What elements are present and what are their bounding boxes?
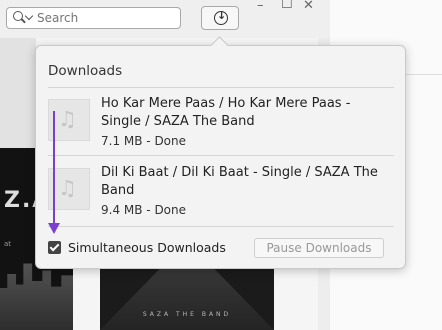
download-item-title: Dil Ki Baat / Dil Ki Baat - Single / SAZ…	[101, 165, 378, 198]
music-note-icon: ♫	[58, 176, 77, 200]
search-icon	[13, 11, 23, 21]
annotation-arrow	[53, 111, 55, 225]
download-icon	[214, 9, 228, 25]
download-item-status: 9.4 MB - Done	[101, 203, 187, 217]
skyline-art	[0, 263, 73, 330]
maximize-button[interactable]: ☐	[281, 0, 293, 12]
chevron-down-icon[interactable]	[24, 11, 34, 21]
divider	[48, 87, 394, 88]
pause-downloads-button[interactable]: Pause Downloads	[254, 238, 384, 258]
download-item[interactable]: ♫ Ho Kar Mere Paas / Ho Kar Mere Paas - …	[48, 89, 394, 164]
close-button[interactable]: ✕	[303, 0, 314, 13]
simultaneous-downloads-label[interactable]: Simultaneous Downloads	[68, 240, 226, 255]
annotation-arrowhead	[48, 223, 60, 234]
download-item-title: Ho Kar Mere Paas / Ho Kar Mere Paas - Si…	[101, 96, 351, 129]
search-input[interactable]	[37, 8, 177, 28]
popover-title: Downloads	[48, 63, 123, 79]
search-box[interactable]	[6, 7, 181, 29]
album-cover-subtext: at	[4, 240, 12, 248]
minimize-button[interactable]: –	[257, 0, 264, 13]
music-note-icon: ♫	[58, 107, 77, 131]
divider	[48, 226, 394, 227]
download-item-status: 7.1 MB - Done	[101, 134, 187, 148]
downloads-popover: Downloads ♫ Ho Kar Mere Paas / Ho Kar Me…	[35, 45, 406, 269]
downloads-options: Simultaneous Downloads Pause Downloads	[48, 238, 394, 258]
album-cover-band-text: SAZA THE BAND	[142, 311, 232, 318]
downloads-button[interactable]	[201, 6, 239, 30]
download-item[interactable]: ♫ Dil Ki Baat / Dil Ki Baat - Single / S…	[48, 158, 394, 233]
simultaneous-downloads-checkbox[interactable]	[48, 241, 61, 254]
title-bar: – ☐ ✕	[0, 0, 330, 38]
divider	[48, 155, 394, 156]
